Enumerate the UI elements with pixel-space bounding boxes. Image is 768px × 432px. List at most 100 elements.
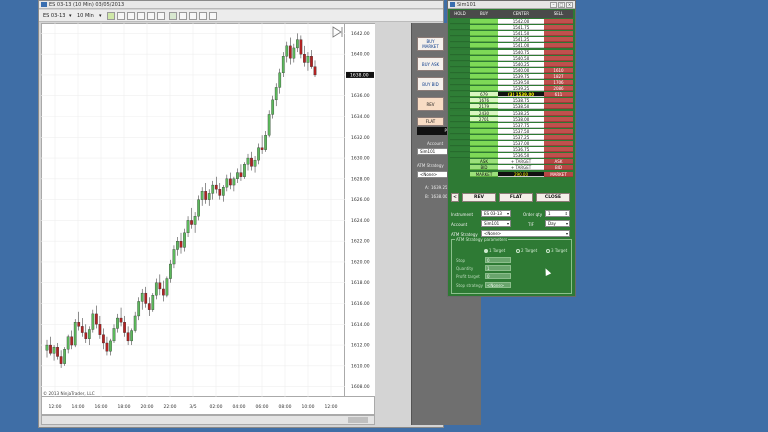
sell-cell[interactable] bbox=[544, 134, 573, 140]
dom-instrument-select[interactable]: ES 03-13 ▾ bbox=[481, 210, 511, 217]
hold-cell[interactable] bbox=[450, 49, 470, 55]
interval-selector[interactable]: 10 Min bbox=[77, 12, 94, 20]
sell-cell[interactable]: 1610 bbox=[544, 67, 573, 73]
minimize-icon[interactable]: – bbox=[550, 2, 557, 8]
hold-cell[interactable] bbox=[450, 19, 470, 24]
hold-cell[interactable] bbox=[450, 141, 470, 146]
sell-cell[interactable]: 1706 bbox=[544, 80, 573, 85]
reverse-button[interactable]: REV bbox=[417, 97, 444, 111]
sell-cell[interactable] bbox=[544, 37, 573, 43]
crosshair-icon[interactable] bbox=[157, 12, 165, 20]
buy-cell[interactable] bbox=[470, 147, 498, 153]
tif-select[interactable]: Day ▾ bbox=[545, 220, 570, 227]
chart-scrollbar[interactable] bbox=[41, 415, 375, 425]
sell-bid-cell[interactable]: BID bbox=[544, 165, 573, 171]
hold-cell[interactable] bbox=[450, 134, 470, 140]
collapse-left-button[interactable]: < bbox=[451, 193, 459, 202]
buy-cell[interactable] bbox=[470, 31, 498, 37]
sell-cell[interactable] bbox=[544, 153, 573, 159]
buy-cell[interactable] bbox=[470, 37, 498, 43]
sell-cell[interactable] bbox=[544, 147, 573, 153]
buy-cell[interactable] bbox=[470, 80, 498, 85]
stop-input[interactable]: 0 bbox=[485, 257, 511, 263]
sell-cell[interactable] bbox=[544, 19, 573, 24]
order-qty-stepper[interactable]: 1 ⇕ bbox=[545, 210, 570, 217]
hold-cell[interactable] bbox=[450, 86, 470, 92]
dom-reverse-button[interactable]: REV bbox=[462, 193, 496, 202]
hold-cell[interactable] bbox=[450, 153, 470, 159]
hold-cell[interactable] bbox=[450, 55, 470, 61]
instrument-dropdown-icon[interactable]: ▾ bbox=[69, 12, 72, 20]
buy-cell[interactable] bbox=[470, 43, 498, 49]
maximize-icon[interactable]: □ bbox=[558, 2, 565, 8]
bar-type-icon[interactable] bbox=[107, 12, 115, 20]
hold-cell[interactable] bbox=[450, 147, 470, 153]
one-target-radio[interactable]: 1 Target bbox=[484, 248, 505, 253]
buy-cell[interactable] bbox=[470, 134, 498, 140]
scrollbar-thumb[interactable] bbox=[348, 417, 368, 423]
quantity-input[interactable]: 1 bbox=[485, 265, 511, 271]
hold-cell[interactable] bbox=[450, 116, 470, 122]
interval-dropdown-icon[interactable]: ▾ bbox=[99, 12, 102, 20]
buy-ask-button[interactable]: BUY ASK bbox=[417, 57, 444, 71]
two-target-radio[interactable]: 2 Target bbox=[516, 248, 537, 253]
sell-cell[interactable] bbox=[544, 55, 573, 61]
sell-cell[interactable] bbox=[544, 61, 573, 67]
strategies-icon[interactable] bbox=[189, 12, 197, 20]
instrument-selector[interactable]: ES 03-13 bbox=[43, 12, 65, 20]
hold-cell[interactable] bbox=[450, 61, 470, 67]
sell-cell[interactable] bbox=[544, 141, 573, 146]
buy-cell[interactable] bbox=[470, 128, 498, 134]
buy-cell[interactable]: 679 bbox=[470, 92, 498, 98]
three-target-radio[interactable]: 3 Target bbox=[546, 248, 567, 253]
dom-flat-button[interactable]: FLAT bbox=[499, 193, 533, 202]
indicators-icon[interactable] bbox=[179, 12, 187, 20]
buy-cell[interactable] bbox=[470, 19, 498, 24]
hold-cell[interactable] bbox=[450, 25, 470, 31]
hold-cell[interactable] bbox=[450, 92, 470, 98]
dom-account-select[interactable]: Sim101 ▾ bbox=[481, 220, 511, 227]
flat-button[interactable]: FLAT bbox=[417, 117, 444, 126]
hold-cell[interactable] bbox=[450, 73, 470, 79]
buy-cell[interactable] bbox=[470, 86, 498, 92]
sell-cell[interactable] bbox=[544, 43, 573, 49]
target-cell[interactable]: + TARGET bbox=[498, 159, 544, 165]
sell-cell[interactable] bbox=[544, 31, 573, 37]
hold-cell[interactable] bbox=[450, 122, 470, 128]
sell-cell[interactable] bbox=[544, 122, 573, 128]
hold-cell[interactable] bbox=[450, 37, 470, 43]
chart-trader-icon[interactable] bbox=[199, 12, 207, 20]
sell-cell[interactable] bbox=[544, 49, 573, 55]
zoom-in-icon[interactable] bbox=[137, 12, 145, 20]
buy-cell[interactable] bbox=[470, 61, 498, 67]
sell-cell[interactable] bbox=[544, 104, 573, 110]
sell-cell[interactable] bbox=[544, 116, 573, 122]
sell-cell[interactable]: 2086 bbox=[544, 86, 573, 92]
sell-cell[interactable]: 1827 bbox=[544, 73, 573, 79]
buy-cell[interactable] bbox=[470, 49, 498, 55]
sell-cell[interactable] bbox=[544, 98, 573, 104]
hold-cell[interactable] bbox=[450, 31, 470, 37]
drawing-tool-icon[interactable] bbox=[117, 12, 125, 20]
close-icon[interactable]: × bbox=[566, 2, 573, 8]
stop-strategy-select[interactable]: <None> bbox=[485, 282, 511, 288]
price-ladder[interactable]: HOLD BUY CENTER SELL 1542.00 1541.75 1541.50 15… bbox=[450, 10, 573, 191]
dom-atm-select[interactable]: <None> ▾ bbox=[481, 230, 570, 237]
buy-market-cell[interactable]: MARKET bbox=[470, 171, 498, 177]
sell-cell[interactable] bbox=[544, 110, 573, 116]
pencil-icon[interactable] bbox=[127, 12, 135, 20]
buy-cell[interactable]: 2430 bbox=[470, 110, 498, 116]
profit-target-input[interactable]: 0 bbox=[485, 273, 511, 279]
hold-cell[interactable] bbox=[450, 43, 470, 49]
buy-cell[interactable]: 2179 bbox=[470, 104, 498, 110]
sell-cell[interactable]: 611 bbox=[544, 92, 573, 98]
buy-cell[interactable] bbox=[470, 25, 498, 31]
target-cell[interactable]: + TARGET bbox=[498, 165, 544, 171]
buy-cell[interactable] bbox=[470, 73, 498, 79]
buy-bid-button[interactable]: BUY BID bbox=[417, 77, 444, 91]
hold-cell[interactable] bbox=[450, 67, 470, 73]
buy-ask-cell[interactable]: ASK bbox=[470, 159, 498, 165]
sell-cell[interactable] bbox=[544, 128, 573, 134]
snapshot-icon[interactable] bbox=[209, 12, 217, 20]
buy-cell[interactable] bbox=[470, 67, 498, 73]
